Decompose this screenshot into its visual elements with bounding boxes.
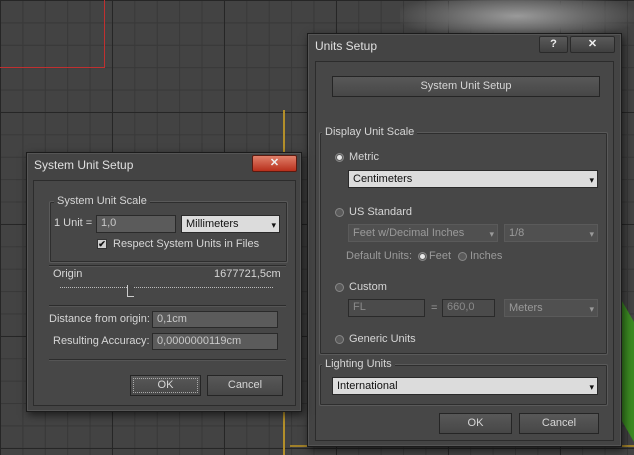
default-units-label: Default Units: <box>346 250 413 262</box>
lighting-units-select[interactable]: International ▾ <box>332 377 598 395</box>
custom-unit-select[interactable]: Meters ▾ <box>504 299 598 317</box>
dialog-title: System Unit Setup <box>34 158 134 172</box>
feet-label[interactable]: Feet <box>429 250 451 262</box>
origin-value: 1677721,5cm <box>214 268 281 280</box>
system-unit-setup-dialog: System Unit Setup ✕ System Unit Scale 1 … <box>26 152 302 412</box>
help-button[interactable]: ? <box>539 36 568 53</box>
us-unit-select[interactable]: Feet w/Decimal Inches ▾ <box>348 224 498 242</box>
group-label: Lighting Units <box>322 358 395 370</box>
system-unit-select[interactable]: Millimeters ▾ <box>181 215 280 233</box>
origin-slider-thumb[interactable] <box>127 285 134 297</box>
respect-units-checkbox[interactable]: ✔ <box>97 239 107 249</box>
selected-value: Millimeters <box>186 218 239 230</box>
selected-value: Feet w/Decimal Inches <box>353 227 465 239</box>
dialog-body: System Unit Setup Display Unit Scale Met… <box>315 61 614 441</box>
one-unit-label: 1 Unit = <box>54 217 93 229</box>
dialog-body: System Unit Scale 1 Unit = 1,0 Millimete… <box>33 180 296 406</box>
ok-button[interactable]: OK <box>439 413 512 434</box>
chevron-down-icon: ▾ <box>489 229 494 239</box>
inches-label[interactable]: Inches <box>470 250 502 262</box>
custom-radio[interactable] <box>335 283 344 292</box>
group-label: Display Unit Scale <box>322 126 418 138</box>
custom-name-field[interactable]: FL <box>348 299 425 317</box>
custom-equals: = <box>431 302 438 314</box>
custom-label[interactable]: Custom <box>349 281 387 293</box>
titlebar[interactable]: Units Setup ? ✕ <box>308 34 621 56</box>
selected-value: Centimeters <box>353 173 413 185</box>
selected-value: International <box>337 380 398 392</box>
cancel-button[interactable]: Cancel <box>207 375 283 396</box>
system-unit-setup-button[interactable]: System Unit Setup <box>332 76 600 97</box>
chevron-down-icon: ▾ <box>589 175 594 185</box>
us-fraction-select[interactable]: 1/8 ▾ <box>504 224 598 242</box>
chevron-down-icon: ▾ <box>589 382 594 392</box>
metric-unit-select[interactable]: Centimeters ▾ <box>348 170 598 188</box>
origin-label: Origin <box>53 268 83 280</box>
ok-button[interactable]: OK <box>130 375 201 396</box>
us-standard-radio[interactable] <box>335 208 344 217</box>
chevron-down-icon: ▾ <box>271 220 276 230</box>
feet-radio[interactable] <box>418 252 427 261</box>
display-unit-scale-group <box>319 132 608 355</box>
divider <box>49 265 286 267</box>
group-label: System Unit Scale <box>54 195 150 207</box>
respect-units-label[interactable]: Respect System Units in Files <box>113 238 259 250</box>
metric-label[interactable]: Metric <box>349 151 379 163</box>
accuracy-label: Resulting Accuracy: <box>53 335 150 347</box>
units-setup-dialog: Units Setup ? ✕ System Unit Setup Displa… <box>307 33 622 447</box>
distance-label: Distance from origin: <box>49 313 150 325</box>
inches-radio[interactable] <box>458 252 467 261</box>
close-button[interactable]: ✕ <box>252 155 297 172</box>
generic-units-label[interactable]: Generic Units <box>349 333 416 345</box>
divider <box>49 359 286 361</box>
chevron-down-icon: ▾ <box>589 229 594 239</box>
viewport-red-line <box>0 67 104 68</box>
metric-radio[interactable] <box>335 153 344 162</box>
generic-units-radio[interactable] <box>335 335 344 344</box>
selected-value: 1/8 <box>509 227 525 239</box>
accuracy-field[interactable]: 0,0000000119cm <box>152 333 278 350</box>
custom-value-field[interactable]: 660,0 <box>442 299 495 317</box>
chevron-down-icon: ▾ <box>589 304 594 314</box>
origin-slider-track[interactable] <box>60 287 273 289</box>
us-standard-label[interactable]: US Standard <box>349 206 412 218</box>
titlebar[interactable]: System Unit Setup ✕ <box>27 153 301 175</box>
one-unit-field[interactable]: 1,0 <box>96 215 176 233</box>
divider <box>49 305 286 307</box>
dialog-title: Units Setup <box>315 39 378 53</box>
distance-field[interactable]: 0,1cm <box>152 311 278 328</box>
selected-value: Meters <box>509 302 543 314</box>
close-button[interactable]: ✕ <box>570 36 615 53</box>
viewport-red-line <box>104 0 105 68</box>
cancel-button[interactable]: Cancel <box>519 413 599 434</box>
